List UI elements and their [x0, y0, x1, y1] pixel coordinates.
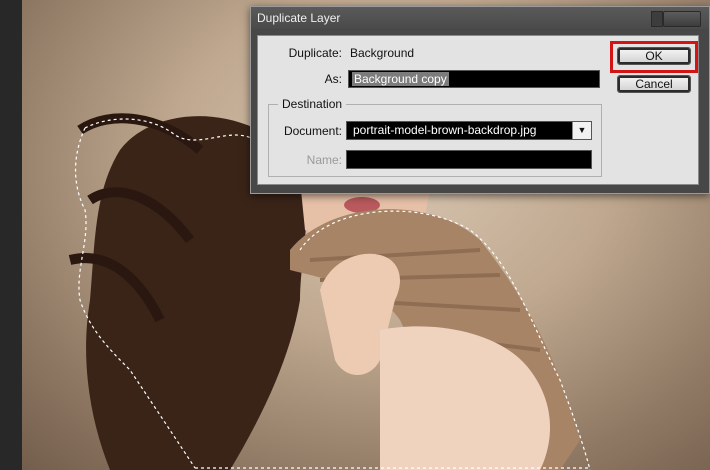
document-label: Document: — [283, 124, 342, 138]
titlebar-button-icon[interactable] — [651, 11, 663, 27]
as-input-value: Background copy — [352, 72, 449, 86]
duplicate-layer-dialog: Duplicate Layer Duplicate: Background As… — [250, 6, 710, 194]
as-label: As: — [324, 72, 342, 86]
name-label: Name: — [306, 153, 342, 167]
document-select-value: portrait-model-brown-backdrop.jpg — [353, 123, 537, 137]
close-button[interactable] — [663, 11, 701, 27]
cancel-button[interactable]: Cancel — [617, 75, 691, 93]
chevron-down-icon[interactable]: ▼ — [572, 122, 591, 139]
destination-label: Destination — [278, 97, 347, 111]
name-input[interactable] — [346, 150, 592, 169]
document-select[interactable]: portrait-model-brown-backdrop.jpg ▼ — [346, 121, 592, 140]
as-input[interactable]: Background copy — [348, 70, 600, 88]
ok-button[interactable]: OK — [617, 47, 691, 65]
duplicate-label: Duplicate: — [288, 46, 342, 60]
dialog-titlebar[interactable]: Duplicate Layer — [251, 7, 709, 29]
duplicate-value: Background — [350, 46, 415, 60]
dialog-title: Duplicate Layer — [257, 11, 341, 25]
